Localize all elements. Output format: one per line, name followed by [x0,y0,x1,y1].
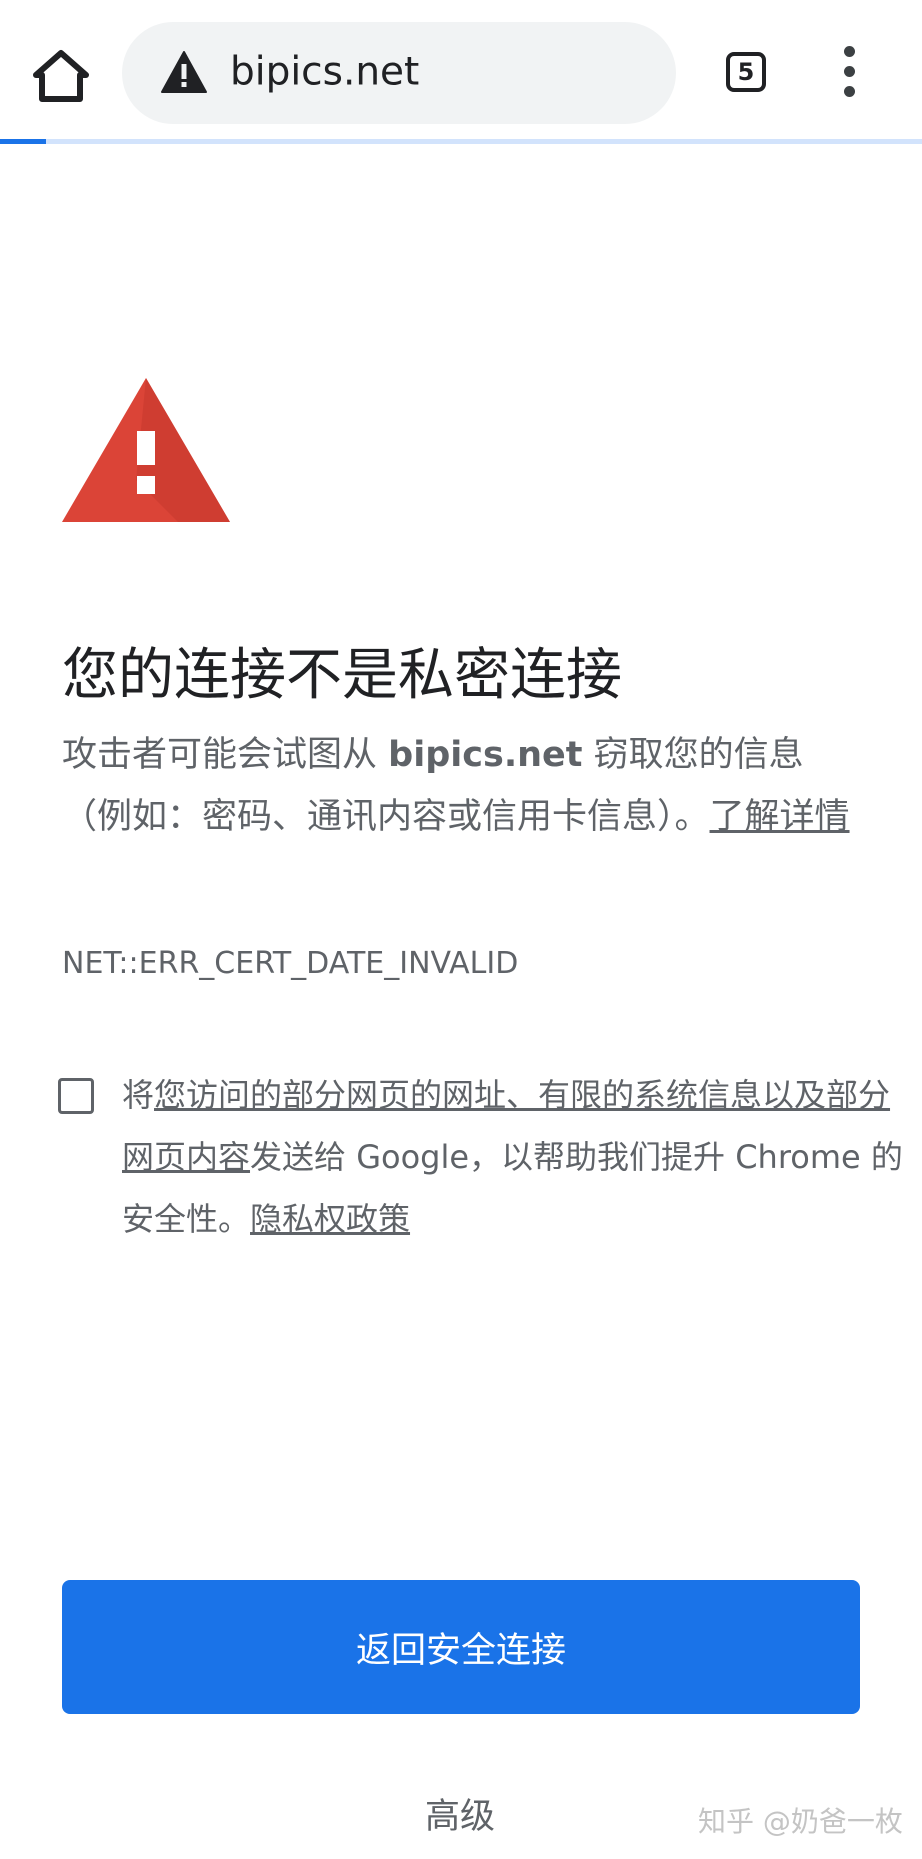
page-load-progress [0,139,922,144]
opt-in-text: 将您访问的部分网页的网址、有限的系统信息以及部分网页内容发送给 Google，以… [122,1064,912,1250]
url-text[interactable]: bipics.net [230,50,419,95]
security-warning-icon [62,378,230,522]
home-button[interactable] [30,45,92,107]
menu-dot [844,66,855,77]
opt-in-prefix: 将 [122,1076,155,1114]
explanation-prefix: 攻击者可能会试图从 [62,735,389,775]
more-menu-button[interactable] [836,46,864,98]
watermark: 知乎 @奶爸一枚 [698,1805,903,1838]
advanced-button[interactable]: 高级 [390,1784,530,1842]
home-icon [33,50,89,102]
tab-count: 5 [726,52,766,92]
privacy-policy-link[interactable]: 隐私权政策 [250,1200,410,1238]
security-explanation: 攻击者可能会试图从 bipics.net 窃取您的信息（例如：密码、通讯内容或信… [62,724,862,848]
warning-triangle-icon[interactable] [160,50,208,94]
menu-dot [844,86,855,97]
browser-toolbar: bipics.net 5 [0,0,922,140]
back-to-safety-button[interactable]: 返回安全连接 [62,1580,860,1714]
explanation-domain: bipics.net [388,735,583,775]
error-code: NET::ERR_CERT_DATE_INVALID [62,946,519,981]
address-bar[interactable]: bipics.net [122,22,676,124]
tab-switcher-button[interactable]: 5 [722,48,774,100]
page-title: 您的连接不是私密连接 [62,643,622,708]
menu-dot [844,46,855,57]
learn-more-link[interactable]: 了解详情 [710,797,850,837]
page-load-progress-fill [0,139,47,144]
extended-reporting-checkbox[interactable] [58,1078,94,1114]
